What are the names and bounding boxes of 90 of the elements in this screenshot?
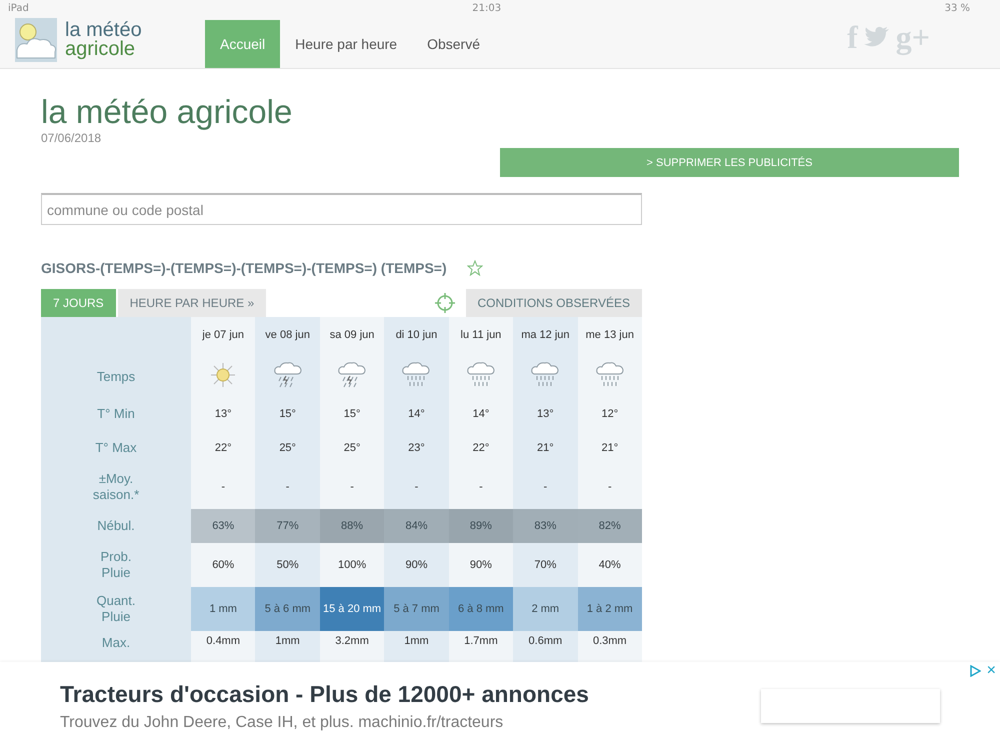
table-cell: 14°	[448, 397, 514, 431]
table-cell: 82%	[578, 509, 642, 543]
star-icon[interactable]	[466, 260, 483, 276]
remove-ads-button[interactable]: > SUPPRIMER LES PUBLICITÉS	[500, 148, 959, 177]
table-cell: 14°	[384, 397, 449, 431]
table-cell: 15 à 20 mm	[320, 587, 384, 631]
row-label: Temps	[41, 317, 191, 397]
storm-cloud-icon	[337, 360, 368, 390]
day-header: sa 09 jun	[320, 317, 384, 352]
table-cell: -	[384, 465, 449, 509]
table-cell: 1mm	[384, 631, 449, 662]
ad-title[interactable]: Tracteurs d'occasion - Plus de 12000+ annonces	[60, 680, 589, 708]
table-cell: 22°	[191, 431, 256, 465]
table-cell: 12°	[578, 397, 642, 431]
table-cell: 89%	[448, 509, 514, 543]
table-cell: 25°	[320, 431, 384, 465]
ad-text[interactable]: Trouvez du John Deere, Case IH, et plus. machinio.fr/tracteurs	[60, 714, 589, 732]
table-cell: 5 à 7 mm	[384, 587, 449, 631]
day-header: je 07 jun	[191, 317, 256, 352]
crosshair-icon[interactable]	[434, 292, 456, 314]
table-cell: 63%	[191, 509, 256, 543]
battery-label: 33 %	[944, 3, 970, 14]
nav-tab[interactable]: Heure par heure	[280, 20, 412, 68]
observed-conditions-button[interactable]: CONDITIONS OBSERVÉES	[466, 289, 642, 317]
row-label: Max.	[41, 631, 191, 662]
row-label: Quant. Pluie	[41, 587, 191, 631]
storm-cloud-icon	[272, 360, 303, 390]
table-cell: 84%	[384, 509, 449, 543]
table-cell: 1 à 2 mm	[578, 587, 642, 631]
nav-tab[interactable]: Observé	[412, 20, 496, 68]
table-cell: 88%	[320, 509, 384, 543]
table-cell: 90%	[448, 543, 514, 587]
view-tab[interactable]: HEURE PAR HEURE »	[118, 289, 266, 317]
search-field[interactable]: commune ou code postal	[41, 193, 642, 225]
table-cell: 15°	[255, 397, 320, 431]
table-cell: 83%	[513, 509, 578, 543]
row-label: T° Max	[41, 431, 191, 465]
page-title: la météo agricole	[41, 93, 294, 131]
table-cell: 0.4mm	[191, 631, 256, 662]
row-label: Prob. Pluie	[41, 543, 191, 587]
day-header: di 10 jun	[384, 317, 449, 352]
table-cell: -	[578, 465, 642, 509]
table-cell: 0.6mm	[513, 631, 578, 662]
table-cell: 13°	[513, 397, 578, 431]
table-cell: 1 mm	[191, 587, 256, 631]
table-cell: 1.7mm	[448, 631, 514, 662]
sun-cloud-logo-icon[interactable]	[15, 18, 57, 62]
day-header: lu 11 jun	[448, 317, 514, 352]
table-cell: 60%	[191, 543, 256, 587]
table-cell: 77%	[255, 509, 320, 543]
table-cell: 13°	[191, 397, 256, 431]
day-header: me 13 jun	[578, 317, 642, 352]
table-cell: 21°	[578, 431, 642, 465]
table-cell: 70%	[513, 543, 578, 587]
table-cell: 22°	[448, 431, 514, 465]
row-label: Nébul.	[41, 509, 191, 543]
table-cell: 100%	[320, 543, 384, 587]
date-label: 07/06/2018	[41, 131, 102, 145]
carrier-label: iPad	[8, 3, 29, 14]
close-button[interactable]: ×	[986, 664, 996, 678]
table-cell: -	[255, 465, 320, 509]
clock-label: 21:03	[472, 3, 502, 14]
nav-tab[interactable]: Accueil	[205, 20, 280, 68]
table-cell: -	[513, 465, 578, 509]
table-cell: 23°	[384, 431, 449, 465]
table-cell: 90%	[384, 543, 449, 587]
play-icon[interactable]	[968, 665, 981, 677]
table-cell: 0.3mm	[578, 631, 642, 662]
day-header: ve 08 jun	[255, 317, 320, 352]
table-cell: 2 mm	[513, 587, 578, 631]
table-cell: 15°	[320, 397, 384, 431]
table-cell: 5 à 6 mm	[255, 587, 320, 631]
table-cell: 1mm	[255, 631, 320, 662]
table-cell: 50%	[255, 543, 320, 587]
row-label: ±Moy. saison.*	[41, 465, 191, 509]
view-tab[interactable]: 7 JOURS	[41, 289, 116, 317]
table-cell: 40%	[578, 543, 642, 587]
table-cell: 21°	[513, 431, 578, 465]
table-cell: 6 à 8 mm	[448, 587, 514, 631]
logo-text[interactable]: agricole	[65, 40, 142, 59]
location-heading: GISORS-(TEMPS=)-(TEMPS=)-(TEMPS=)-(TEMPS=) (TEMPS=)	[41, 260, 447, 276]
logo-text[interactable]: la météo	[65, 21, 142, 40]
table-cell: 3.2mm	[320, 631, 384, 662]
row-label: T° Min	[41, 397, 191, 431]
table-cell: -	[448, 465, 514, 509]
bird-icon[interactable]	[864, 26, 890, 48]
table-cell: 25°	[255, 431, 320, 465]
day-header: ma 12 jun	[513, 317, 578, 352]
table-cell: -	[320, 465, 384, 509]
table-cell: -	[191, 465, 256, 509]
